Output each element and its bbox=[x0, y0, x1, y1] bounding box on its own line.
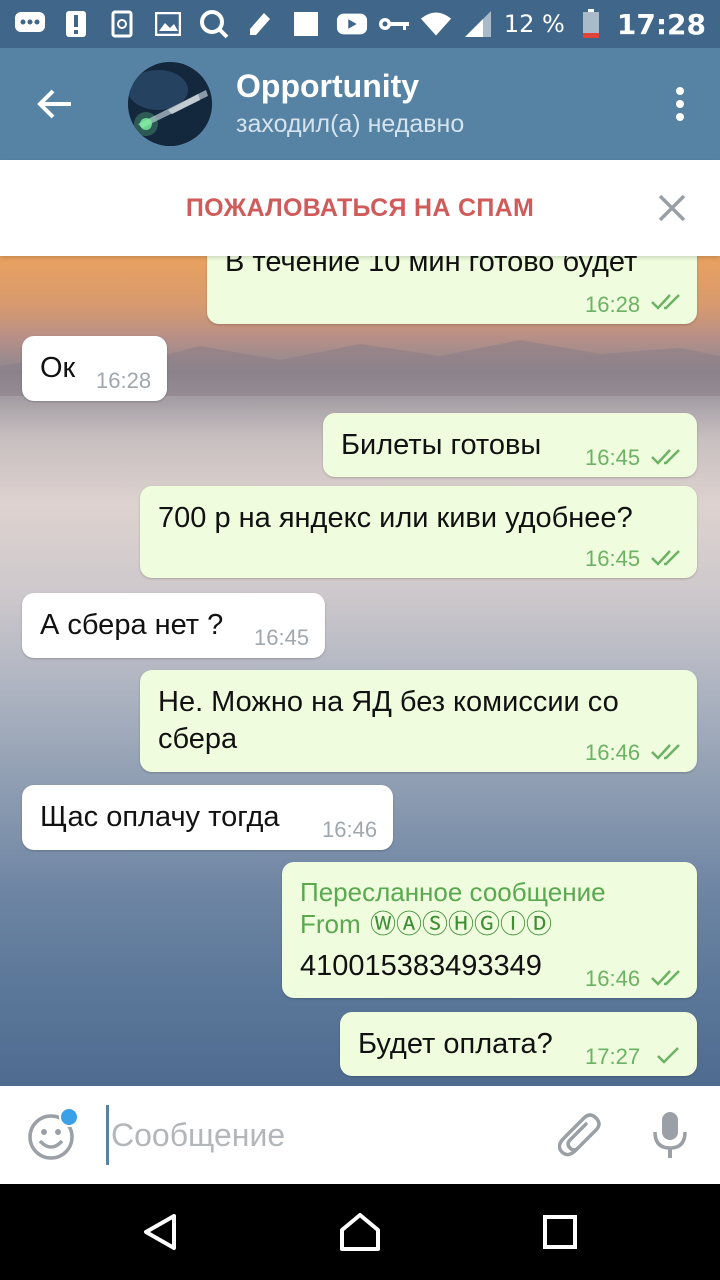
report-spam-button[interactable]: ПОЖАЛОВАТЬСЯ НА СПАМ bbox=[186, 194, 534, 223]
wifi-icon bbox=[420, 8, 452, 40]
message-time: 16:28 bbox=[585, 292, 641, 317]
avatar[interactable] bbox=[128, 62, 212, 146]
arrow-left-icon bbox=[37, 89, 71, 119]
edit-icon bbox=[244, 8, 276, 40]
message-text: Будет оплата? bbox=[358, 1028, 553, 1060]
battery-percent: 12 % bbox=[503, 10, 565, 38]
home-icon bbox=[340, 1213, 380, 1251]
forwarded-from-prefix: From bbox=[300, 909, 361, 939]
forwarded-from-name[interactable]: ⓌⒶⓈⒽⒼⒾⒹ bbox=[370, 908, 552, 940]
double-check-icon bbox=[651, 294, 680, 310]
key-icon bbox=[378, 8, 410, 40]
message-time: 16:28 bbox=[96, 368, 152, 393]
message-time: 17:27 bbox=[585, 1044, 641, 1069]
forwarded-label: Пересланное сообщение bbox=[300, 877, 606, 907]
nav-recents-button[interactable] bbox=[520, 1192, 600, 1272]
image-icon bbox=[152, 8, 184, 40]
message-input[interactable] bbox=[106, 1105, 540, 1165]
message-bubble-outgoing[interactable]: 700 р на яндекс или киви удобнее? 16:45 bbox=[140, 486, 697, 578]
message-text: Щас оплачу тогда bbox=[40, 801, 280, 833]
message-time: 16:46 bbox=[585, 966, 641, 991]
message-bubble-outgoing[interactable]: Не. Можно на ЯД без комиссии со сбера 16… bbox=[140, 670, 697, 772]
close-icon bbox=[658, 194, 686, 222]
attach-button[interactable] bbox=[540, 1086, 620, 1184]
microphone-button[interactable] bbox=[620, 1086, 720, 1184]
message-text: Ок bbox=[40, 352, 76, 384]
emoji-icon bbox=[28, 1107, 79, 1160]
message-bubble-incoming[interactable]: Щас оплачу тогда 16:46 bbox=[22, 785, 393, 850]
message-time: 16:45 bbox=[585, 445, 641, 470]
clock: 17:28 bbox=[616, 7, 706, 41]
status-bar: 12 % 17:28 bbox=[0, 0, 720, 48]
message-text: А сбера нет ? bbox=[40, 609, 224, 641]
signal-icon bbox=[462, 8, 494, 40]
sim-app-icon bbox=[106, 8, 138, 40]
report-spam-bar: ПОЖАЛОВАТЬСЯ НА СПАМ bbox=[0, 160, 720, 256]
search-notification-icon bbox=[198, 8, 230, 40]
message-bubble-outgoing[interactable]: В течение 10 мин готово будет 16:28 bbox=[207, 256, 697, 324]
square-icon bbox=[290, 8, 322, 40]
message-bubble-forwarded[interactable]: Пересланное сообщение From ⓌⒶⓈⒽⒼⒾⒹ 41001… bbox=[282, 862, 697, 998]
message-composer bbox=[0, 1086, 720, 1184]
message-text: 700 р на яндекс или киви удобнее? bbox=[158, 502, 633, 534]
emoji-button[interactable] bbox=[0, 1086, 106, 1184]
alert-icon bbox=[60, 8, 92, 40]
message-text: В течение 10 мин готово будет bbox=[225, 256, 638, 278]
double-check-icon bbox=[651, 970, 680, 986]
more-vertical-icon bbox=[676, 87, 684, 121]
battery-icon bbox=[575, 8, 607, 40]
last-seen-status: заходил(а) недавно bbox=[236, 110, 465, 138]
message-text: 410015383493349 bbox=[300, 950, 542, 982]
paperclip-icon bbox=[558, 1113, 601, 1157]
microphone-icon bbox=[653, 1112, 687, 1158]
nav-back-button[interactable] bbox=[120, 1192, 200, 1272]
message-bubble-incoming[interactable]: А сбера нет ? 16:45 bbox=[22, 593, 325, 658]
message-bubble-incoming[interactable]: Ок 16:28 bbox=[22, 336, 167, 401]
back-button[interactable] bbox=[0, 48, 110, 160]
message-bubble-outgoing[interactable]: Будет оплата? 17:27 bbox=[340, 1012, 697, 1076]
message-text-line-1: Не. Можно на ЯД без комиссии со bbox=[158, 686, 619, 718]
system-indicators: 12 % 17:28 bbox=[378, 8, 706, 41]
message-text-line-2: сбера bbox=[158, 723, 238, 755]
nav-home-button[interactable] bbox=[320, 1192, 400, 1272]
chat-title-block[interactable]: Opportunity заходил(а) недавно bbox=[236, 66, 464, 142]
message-list[interactable]: В течение 10 мин готово будет 16:28 Ок 1… bbox=[0, 256, 720, 1086]
notification-icons bbox=[14, 8, 368, 40]
message-time: 16:46 bbox=[322, 817, 378, 842]
single-check-icon bbox=[657, 1047, 679, 1064]
more-menu-button[interactable] bbox=[640, 48, 720, 160]
message-bubble-outgoing[interactable]: Билеты готовы 16:45 bbox=[323, 413, 697, 477]
chat-header: Opportunity заходил(а) недавно bbox=[0, 48, 720, 160]
youtube-icon bbox=[336, 8, 368, 40]
recents-icon bbox=[543, 1215, 577, 1249]
message-time: 16:45 bbox=[585, 546, 641, 571]
message-time: 16:46 bbox=[585, 740, 641, 765]
chat-title: Opportunity bbox=[236, 68, 420, 104]
message-time: 16:45 bbox=[254, 625, 310, 650]
system-navigation-bar bbox=[0, 1184, 720, 1280]
double-check-icon bbox=[651, 744, 680, 760]
chat-notification-icon bbox=[14, 8, 46, 40]
double-check-icon bbox=[651, 449, 680, 465]
close-spam-bar-button[interactable] bbox=[654, 190, 690, 226]
back-triangle-icon bbox=[144, 1214, 176, 1250]
double-check-icon bbox=[651, 550, 680, 566]
message-text: Билеты готовы bbox=[341, 429, 542, 461]
